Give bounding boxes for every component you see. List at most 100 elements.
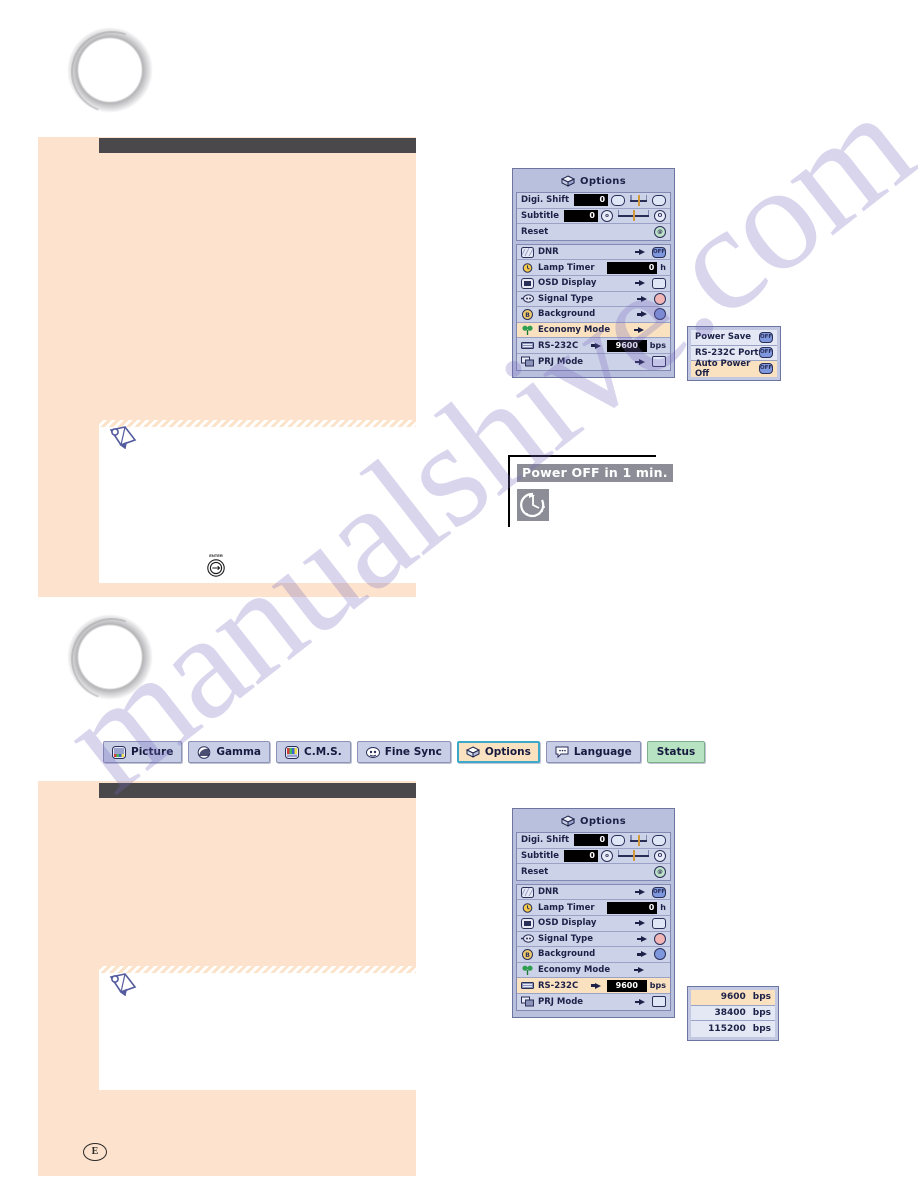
osd-options-menu-bottom[interactable]: Options Digi. Shift 0 Subtitle 0 o O Res… bbox=[512, 808, 675, 1018]
osd-value-rs232c-top: 9600 bbox=[606, 339, 647, 352]
osd-row-digi-shift-bottom[interactable]: Digi. Shift 0 bbox=[517, 833, 670, 849]
osd-label-rs232c-top: RS-232C bbox=[538, 340, 579, 351]
osd-display-state-icon-top bbox=[652, 277, 666, 289]
tab-label-cms: C.M.S. bbox=[304, 746, 342, 758]
osd-slider-subtitle-top[interactable] bbox=[617, 210, 649, 222]
osd-row-reset-bottom[interactable]: Reset @ bbox=[517, 864, 670, 880]
osd-value-digi-shift-bottom: 0 bbox=[574, 834, 609, 847]
reset-icon: @ bbox=[654, 865, 666, 878]
tab-fine-sync[interactable]: Fine Sync bbox=[356, 741, 451, 763]
osd-label-signal-type-top: Signal Type bbox=[538, 293, 593, 304]
gamma-icon bbox=[197, 745, 211, 759]
pencil-icon bbox=[108, 972, 138, 997]
picture-icon bbox=[112, 745, 126, 759]
step-number-ring-2 bbox=[67, 614, 153, 700]
baud-unit-38400: bps bbox=[752, 1007, 771, 1018]
tab-label-gamma: Gamma bbox=[216, 746, 261, 758]
lamp-timer-icon bbox=[521, 262, 534, 273]
shift-up-icon bbox=[652, 834, 666, 846]
osd-value-lamp-timer-top: 0 bbox=[607, 261, 658, 274]
osd-display-icon bbox=[521, 917, 534, 929]
osd-label-osd-display-bottom: OSD Display bbox=[538, 918, 597, 929]
arrow-right-icon bbox=[634, 967, 644, 974]
osd-row-prj-mode-bottom[interactable]: PRJ Mode bbox=[517, 993, 670, 1010]
osd-row-rs232c-bottom[interactable]: RS-232C 9600 bps bbox=[517, 978, 670, 994]
osd-slider-subtitle-bottom[interactable] bbox=[617, 850, 649, 862]
options-cube-icon bbox=[465, 745, 480, 759]
tab-language[interactable]: Language bbox=[545, 741, 641, 763]
tab-label-picture: Picture bbox=[131, 746, 174, 758]
osd-row-dnr-top[interactable]: DNR OFF bbox=[517, 244, 670, 261]
power-save-state-icon: OFF bbox=[759, 331, 773, 343]
tab-label-status: Status bbox=[656, 746, 696, 758]
dnr-icon bbox=[521, 246, 534, 258]
osd-label-reset-bottom: Reset bbox=[521, 866, 549, 877]
arrow-right-icon bbox=[635, 358, 645, 365]
enter-button-icon: ENTER bbox=[205, 553, 227, 579]
osd-value-rs232c-bottom: 9600 bbox=[606, 979, 647, 992]
submenu-row-power-save[interactable]: Power Save OFF bbox=[691, 330, 777, 346]
osd-label-dnr-bottom: DNR bbox=[538, 887, 559, 898]
osd-row-economy-mode-top[interactable]: Economy Mode bbox=[517, 322, 670, 339]
prj-mode-icon bbox=[521, 996, 534, 1007]
osd-label-economy-mode-bottom: Economy Mode bbox=[538, 965, 611, 976]
osd-tab-strip[interactable]: Picture Gamma C.M.S. Fine Sync Options L… bbox=[103, 741, 706, 763]
osd-row-rs232c-top[interactable]: RS-232C 9600 bps bbox=[517, 338, 670, 354]
osd-label-background-bottom: Background bbox=[538, 949, 596, 960]
baud-value-115200: 115200 bbox=[708, 1023, 746, 1034]
osd-row-lamp-timer-top[interactable]: Lamp Timer 0 h bbox=[517, 260, 670, 276]
osd-options-menu-top[interactable]: Options Digi. Shift 0 Subtitle 0 o O Res… bbox=[512, 168, 675, 378]
osd-slider-digi-shift-top[interactable] bbox=[630, 194, 647, 206]
osd-row-subtitle-top[interactable]: Subtitle 0 o O bbox=[517, 208, 670, 225]
osd-title-top: Options bbox=[516, 172, 671, 192]
baud-row-38400[interactable]: 38400 bps bbox=[691, 1005, 775, 1021]
osd-label-lamp-timer-bottom: Lamp Timer bbox=[538, 902, 595, 913]
arrow-right-icon bbox=[635, 889, 645, 896]
osd-adjust-group-top: Digi. Shift 0 Subtitle 0 o O Reset @ bbox=[516, 192, 671, 241]
arrow-right-icon bbox=[637, 295, 647, 302]
osd-items-group-bottom: DNR OFF Lamp Timer 0 h OSD Display Signa… bbox=[516, 883, 671, 1011]
dnr-state-icon-top: OFF bbox=[652, 246, 666, 258]
subtitle-icon: o bbox=[600, 209, 613, 222]
baud-row-115200[interactable]: 115200 bps bbox=[691, 1021, 775, 1037]
prj-mode-state-icon-bottom bbox=[652, 996, 666, 1008]
section-1-heading-bar bbox=[99, 138, 416, 153]
osd-display-icon bbox=[521, 277, 534, 289]
language-icon bbox=[555, 746, 569, 759]
power-off-warning-banner: Power OFF in 1 min. bbox=[517, 464, 673, 482]
background-icon: B bbox=[521, 948, 534, 960]
osd-row-lamp-timer-bottom[interactable]: Lamp Timer 0 h bbox=[517, 900, 670, 916]
submenu-label-rs232c-port: RS-232C Port bbox=[695, 347, 759, 358]
osd-row-signal-type-bottom[interactable]: Signal Type bbox=[517, 931, 670, 948]
arrow-right-icon bbox=[590, 982, 601, 989]
osd-row-background-bottom[interactable]: B Background bbox=[517, 947, 670, 963]
submenu-label-auto-power-off: Auto Power Off bbox=[695, 358, 751, 379]
osd-row-background-top[interactable]: B Background bbox=[517, 307, 670, 323]
baud-row-9600[interactable]: 9600 bps bbox=[691, 990, 775, 1006]
osd-row-osd-display-bottom[interactable]: OSD Display bbox=[517, 915, 670, 932]
tab-picture[interactable]: Picture bbox=[103, 741, 183, 763]
osd-row-signal-type-top[interactable]: Signal Type bbox=[517, 291, 670, 308]
step-number-ring-1 bbox=[67, 27, 153, 113]
osd-adjust-group-bottom: Digi. Shift 0 Subtitle 0 o O Reset @ bbox=[516, 832, 671, 881]
osd-row-economy-mode-bottom[interactable]: Economy Mode bbox=[517, 962, 670, 979]
auto-power-off-state-icon: OFF bbox=[759, 363, 773, 375]
tab-cms[interactable]: C.M.S. bbox=[276, 741, 351, 763]
osd-label-osd-display-top: OSD Display bbox=[538, 278, 597, 289]
economy-mode-submenu[interactable]: Power Save OFF RS-232C Port OFF Auto Pow… bbox=[687, 326, 781, 381]
osd-label-economy-mode-top: Economy Mode bbox=[538, 325, 611, 336]
tab-status[interactable]: Status bbox=[646, 741, 706, 763]
osd-label-rs232c-bottom: RS-232C bbox=[538, 980, 579, 991]
osd-row-dnr-bottom[interactable]: DNR OFF bbox=[517, 884, 670, 901]
submenu-row-auto-power-off[interactable]: Auto Power Off OFF bbox=[691, 358, 777, 379]
osd-row-subtitle-bottom[interactable]: Subtitle 0 o O bbox=[517, 848, 670, 865]
osd-row-prj-mode-top[interactable]: PRJ Mode bbox=[517, 353, 670, 370]
osd-label-subtitle-bottom: Subtitle bbox=[521, 850, 559, 861]
osd-row-digi-shift-top[interactable]: Digi. Shift 0 bbox=[517, 193, 670, 209]
tab-gamma[interactable]: Gamma bbox=[188, 741, 270, 763]
osd-row-osd-display-top[interactable]: OSD Display bbox=[517, 275, 670, 292]
osd-row-reset-top[interactable]: Reset @ bbox=[517, 224, 670, 240]
tab-options[interactable]: Options bbox=[456, 741, 540, 763]
baud-rate-submenu[interactable]: 9600 bps 38400 bps 115200 bps bbox=[687, 986, 779, 1041]
osd-slider-digi-shift-bottom[interactable] bbox=[630, 834, 647, 846]
